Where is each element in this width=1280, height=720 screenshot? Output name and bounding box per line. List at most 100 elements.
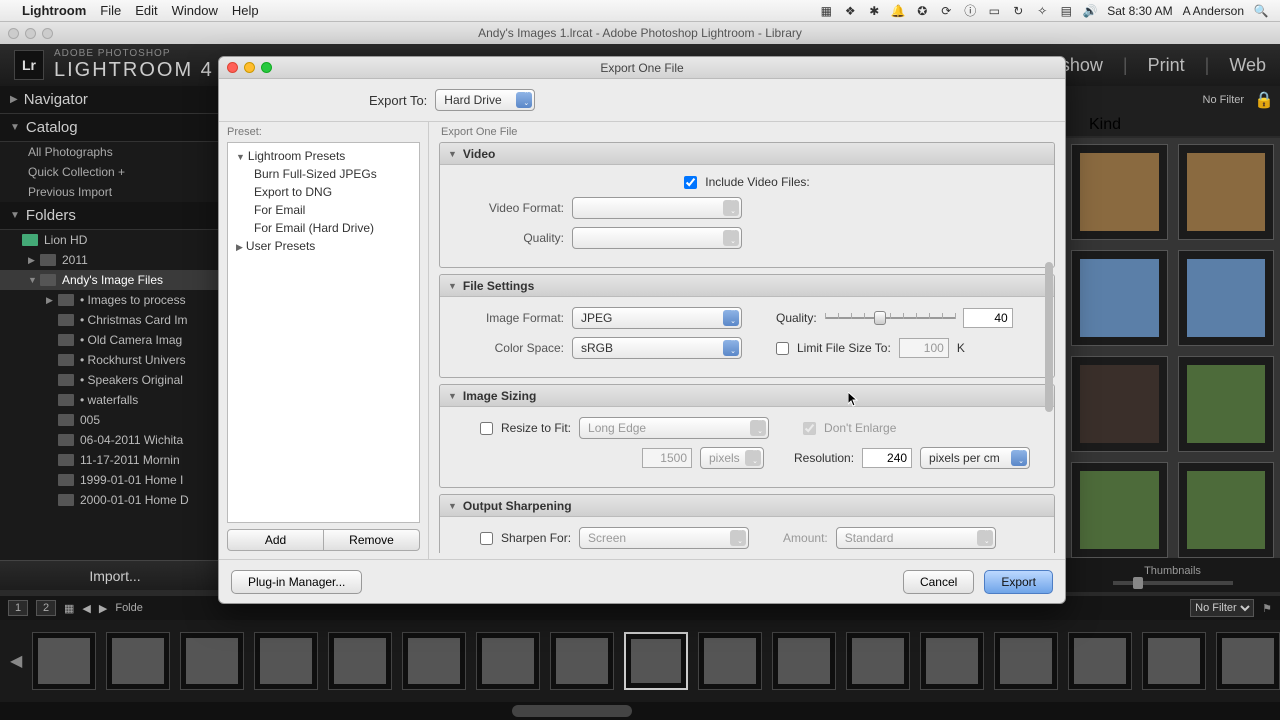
thumbnail-size-slider[interactable] [1133,577,1143,589]
preset-item[interactable]: For Email (Hard Drive) [228,219,419,237]
next-icon[interactable]: ▶ [99,602,107,615]
preset-item[interactable]: Export to DNG [228,183,419,201]
module-web[interactable]: Web [1229,55,1266,76]
menu-file[interactable]: File [100,3,121,18]
navigator-header[interactable]: ▶Navigator [0,86,230,114]
grid-thumb[interactable] [1178,462,1275,558]
grid-thumb[interactable] [1178,250,1275,346]
section-image-sizing-header[interactable]: ▼Image Sizing [440,385,1054,407]
folder-child[interactable]: 005 [0,410,230,430]
preset-item[interactable]: For Email [228,201,419,219]
preset-group-user[interactable]: ▶User Presets [228,237,419,255]
grid-thumb[interactable] [1071,356,1168,452]
spotlight-icon[interactable]: 🔍 [1254,4,1268,18]
filmstrip-scrollbar[interactable] [0,702,1280,720]
folder-child[interactable]: • Old Camera Imag [0,330,230,350]
cancel-button[interactable]: Cancel [903,570,974,594]
export-button[interactable]: Export [984,570,1053,594]
prev-icon[interactable]: ◀ [82,602,90,615]
image-format-select[interactable]: JPEG [572,307,742,329]
resize-to-fit-checkbox[interactable] [480,422,493,435]
time-machine-icon[interactable]: ↻ [1011,4,1025,18]
lock-icon[interactable]: 🔒 [1254,90,1274,110]
film-thumb[interactable] [772,632,836,690]
window-controls[interactable] [8,28,53,39]
module-print[interactable]: Print [1148,55,1185,76]
notification-icon[interactable]: 🔔 [891,4,905,18]
volume-icon[interactable]: 🔊 [1083,4,1097,18]
menubar-user[interactable]: A Anderson [1183,4,1244,18]
section-file-settings-header[interactable]: ▼File Settings [440,275,1054,297]
preset-remove-button[interactable]: Remove [324,529,420,551]
grid-thumb[interactable] [1178,356,1275,452]
folder-andy[interactable]: ▼Andy's Image Files [0,270,230,290]
plugin-manager-button[interactable]: Plug-in Manager... [231,570,362,594]
grid-thumb[interactable] [1178,144,1275,240]
folder-child[interactable]: • waterfalls [0,390,230,410]
film-thumb[interactable] [32,632,96,690]
menu-window[interactable]: Window [172,3,218,18]
folder-child[interactable]: 06-04-2011 Wichita [0,430,230,450]
film-thumb[interactable] [328,632,392,690]
grid-thumb[interactable] [1071,462,1168,558]
film-thumb[interactable] [254,632,318,690]
menu-edit[interactable]: Edit [135,3,157,18]
grid-view-icon[interactable]: ▦ [64,602,74,615]
filter-select[interactable]: No Filter [1190,599,1254,617]
film-thumb[interactable] [402,632,466,690]
section-output-sharpening-header[interactable]: ▼Output Sharpening [440,495,1054,517]
preset-add-button[interactable]: Add [227,529,324,551]
display-icon[interactable]: ▭ [987,4,1001,18]
folder-child[interactable]: • Speakers Original [0,370,230,390]
menubar-clock[interactable]: Sat 8:30 AM [1107,4,1172,18]
grid-thumb[interactable] [1071,144,1168,240]
quality-input[interactable] [963,308,1013,328]
status-icon-3[interactable]: ✱ [867,4,881,18]
status-icon-1[interactable]: ▦ [819,4,833,18]
limit-filesize-checkbox[interactable] [776,342,789,355]
preset-group-lightroom[interactable]: ▼Lightroom Presets [228,147,419,165]
filmstrip-page-2[interactable]: 2 [36,600,56,616]
export-to-select[interactable]: Hard Drive [435,89,535,111]
preset-item[interactable]: Burn Full-Sized JPEGs [228,165,419,183]
catalog-previous-import[interactable]: Previous Import [0,182,230,202]
folder-child[interactable]: • Christmas Card Im [0,310,230,330]
catalog-quick-collection[interactable]: Quick Collection + [0,162,230,182]
filmstrip-page-1[interactable]: 1 [8,600,28,616]
film-thumb[interactable] [180,632,244,690]
import-button[interactable]: Import... [0,560,230,590]
film-thumb[interactable] [846,632,910,690]
module-slideshow[interactable]: show [1061,55,1103,76]
menubar-app-name[interactable]: Lightroom [22,3,86,18]
catalog-all-photos[interactable]: All Photographs [0,142,230,162]
filmstrip-prev-icon[interactable]: ◀ [10,651,22,671]
flag-icon[interactable]: ⚑ [1262,602,1272,615]
status-icon-5[interactable]: ✪ [915,4,929,18]
preset-list[interactable]: ▼Lightroom Presets Burn Full-Sized JPEGs… [227,142,420,523]
film-thumb[interactable] [550,632,614,690]
film-thumb[interactable] [476,632,540,690]
status-icon-2[interactable]: ❖ [843,4,857,18]
filmstrip[interactable]: ◀ [0,620,1280,702]
no-filter-label[interactable]: No Filter [1203,94,1245,106]
grid-thumb[interactable] [1071,250,1168,346]
film-thumb[interactable] [106,632,170,690]
folders-header[interactable]: ▼Folders [0,202,230,230]
film-thumb[interactable] [698,632,762,690]
film-thumb[interactable] [920,632,984,690]
include-video-checkbox[interactable] [684,176,697,189]
folder-child[interactable]: • Rockhurst Univers [0,350,230,370]
quality-slider[interactable] [825,309,955,327]
film-thumb[interactable] [1068,632,1132,690]
folder-child[interactable]: ▶• Images to process [0,290,230,310]
sync-icon[interactable]: ⟳ [939,4,953,18]
menu-help[interactable]: Help [232,3,259,18]
sharpen-for-checkbox[interactable] [480,532,493,545]
catalog-header[interactable]: ▼Catalog [0,114,230,142]
status-icon-7[interactable]: ⓘ [963,4,977,18]
color-space-select[interactable]: sRGB [572,337,742,359]
film-thumb[interactable] [1216,632,1280,690]
drive-row[interactable]: Lion HD [0,230,230,250]
folder-2011[interactable]: ▶2011 [0,250,230,270]
resolution-input[interactable] [862,448,912,468]
